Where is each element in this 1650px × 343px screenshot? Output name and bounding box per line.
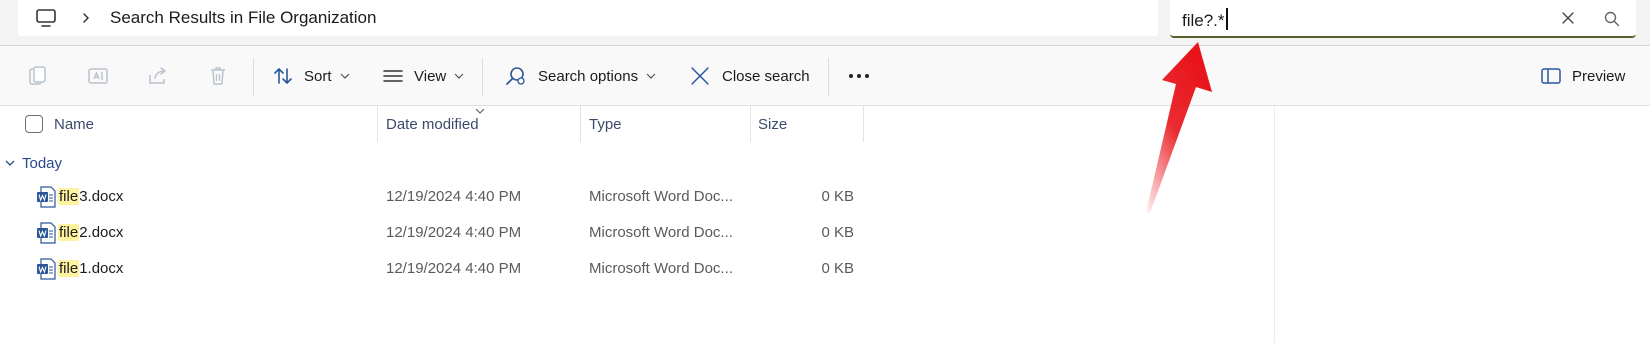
search-options-label: Search options <box>538 67 639 85</box>
file-size: 0 KB <box>821 260 854 277</box>
search-input[interactable]: file?.* <box>1170 0 1636 38</box>
copy-button[interactable] <box>26 58 50 94</box>
close-search-button[interactable]: Close search <box>688 58 810 94</box>
column-header-size[interactable]: Size <box>758 116 787 133</box>
view-button[interactable]: View <box>382 58 464 94</box>
search-match-highlight: file <box>58 224 80 241</box>
close-icon <box>691 67 709 85</box>
toolbar-divider <box>482 58 483 96</box>
search-options-button[interactable]: Search options <box>504 58 656 94</box>
delete-icon <box>211 67 225 85</box>
share-button[interactable] <box>146 58 170 94</box>
annotation-arrow-icon <box>1146 42 1212 213</box>
word-document-icon <box>37 258 56 280</box>
sort-label: Sort <box>304 67 332 85</box>
view-list-icon <box>383 70 403 82</box>
word-document-icon <box>37 222 56 244</box>
rename-button[interactable] <box>86 58 110 94</box>
file-type: Microsoft Word Doc... <box>589 224 733 241</box>
chevron-down-icon <box>340 73 349 79</box>
breadcrumb-current-location[interactable]: Search Results in File Organization <box>110 8 376 28</box>
column-header-date-modified[interactable]: Date modified <box>386 116 479 133</box>
column-divider[interactable] <box>377 106 378 142</box>
file-row[interactable]: file1.docx 12/19/2024 4:40 PM Microsoft … <box>0 251 1274 287</box>
file-size: 0 KB <box>821 188 854 205</box>
file-type: Microsoft Word Doc... <box>589 260 733 277</box>
rename-icon <box>88 68 108 84</box>
more-icon <box>849 74 869 78</box>
file-date-modified: 12/19/2024 4:40 PM <box>386 260 522 277</box>
search-match-highlight: file <box>58 188 80 205</box>
column-header-row: Name Date modified Type Size <box>0 106 1275 142</box>
file-row[interactable]: file3.docx 12/19/2024 4:40 PM Microsoft … <box>0 179 1274 215</box>
details-pane-divider <box>1274 106 1275 343</box>
delete-button[interactable] <box>206 58 230 94</box>
file-date-modified: 12/19/2024 4:40 PM <box>386 224 522 241</box>
chevron-right-icon[interactable] <box>78 9 94 27</box>
file-name[interactable]: file2.docx <box>58 224 123 241</box>
group-header-today[interactable]: Today <box>0 150 62 176</box>
chevron-down-icon <box>646 73 656 79</box>
search-icon[interactable] <box>1602 9 1622 29</box>
file-type: Microsoft Word Doc... <box>589 188 733 205</box>
file-size: 0 KB <box>821 224 854 241</box>
search-match-highlight: file <box>58 260 80 277</box>
file-date-modified: 12/19/2024 4:40 PM <box>386 188 522 205</box>
chevron-down-icon <box>454 73 464 79</box>
search-options-icon <box>506 67 525 85</box>
toolbar-divider <box>828 58 829 96</box>
close-icon[interactable] <box>1558 8 1578 28</box>
file-name[interactable]: file1.docx <box>58 260 123 277</box>
more-options-button[interactable] <box>846 58 872 94</box>
chevron-down-icon <box>5 160 15 166</box>
close-search-label: Close search <box>722 67 810 85</box>
computer-monitor-icon[interactable] <box>34 6 58 30</box>
preview-pane-icon <box>1541 68 1561 84</box>
sort-descending-icon <box>475 108 485 114</box>
preview-pane-button[interactable]: Preview <box>1540 58 1625 94</box>
sort-button[interactable]: Sort <box>272 58 350 94</box>
preview-label: Preview <box>1572 67 1626 85</box>
view-label: View <box>414 67 447 85</box>
top-bar: Search Results in File Organization file… <box>0 0 1650 46</box>
file-row[interactable]: file2.docx 12/19/2024 4:40 PM Microsoft … <box>0 215 1274 251</box>
file-name[interactable]: file3.docx <box>58 188 123 205</box>
column-divider[interactable] <box>863 106 864 142</box>
word-document-icon <box>37 186 56 208</box>
share-icon <box>149 67 166 84</box>
copy-icon <box>29 66 46 85</box>
column-header-type[interactable]: Type <box>589 116 622 133</box>
select-all-checkbox[interactable] <box>25 115 43 133</box>
text-caret <box>1225 8 1228 30</box>
toolbar-divider <box>253 58 254 96</box>
column-divider[interactable] <box>750 106 751 142</box>
address-bar[interactable]: Search Results in File Organization <box>18 0 1158 36</box>
sort-icon <box>274 68 292 84</box>
column-divider[interactable] <box>580 106 581 142</box>
command-bar: Sort View Search options Close search Pr… <box>0 46 1650 106</box>
group-label: Today <box>22 154 63 172</box>
search-input-value[interactable]: file?.* <box>1182 8 1228 31</box>
column-header-name[interactable]: Name <box>54 116 94 133</box>
